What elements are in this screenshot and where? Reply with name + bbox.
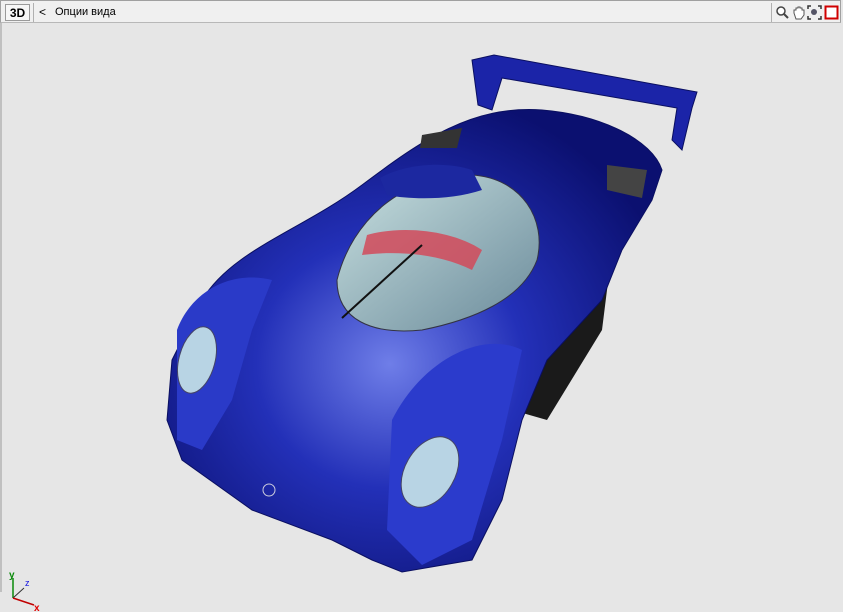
back-button[interactable]: < <box>39 5 46 19</box>
3d-mode-button[interactable]: 3D <box>5 4 30 21</box>
3d-viewport[interactable]: y z x <box>0 23 843 612</box>
car-model[interactable] <box>2 23 843 592</box>
axis-indicator: y z x <box>9 570 40 612</box>
pan-hand-icon[interactable] <box>791 5 806 20</box>
view-options-title[interactable]: Опции вида <box>55 6 116 18</box>
zoom-icon[interactable] <box>775 5 790 20</box>
z-axis-line <box>12 587 25 599</box>
z-axis-label: z <box>25 578 30 588</box>
x-axis-label: x <box>34 603 40 612</box>
y-axis-label: y <box>9 570 15 581</box>
maximize-icon[interactable] <box>824 5 839 20</box>
x-axis-line <box>12 597 35 606</box>
zoom-extents-icon[interactable] <box>807 5 822 20</box>
viewport-toolbar: 3D < Опции вида <box>0 0 841 23</box>
divider <box>771 3 772 22</box>
divider <box>33 3 34 22</box>
